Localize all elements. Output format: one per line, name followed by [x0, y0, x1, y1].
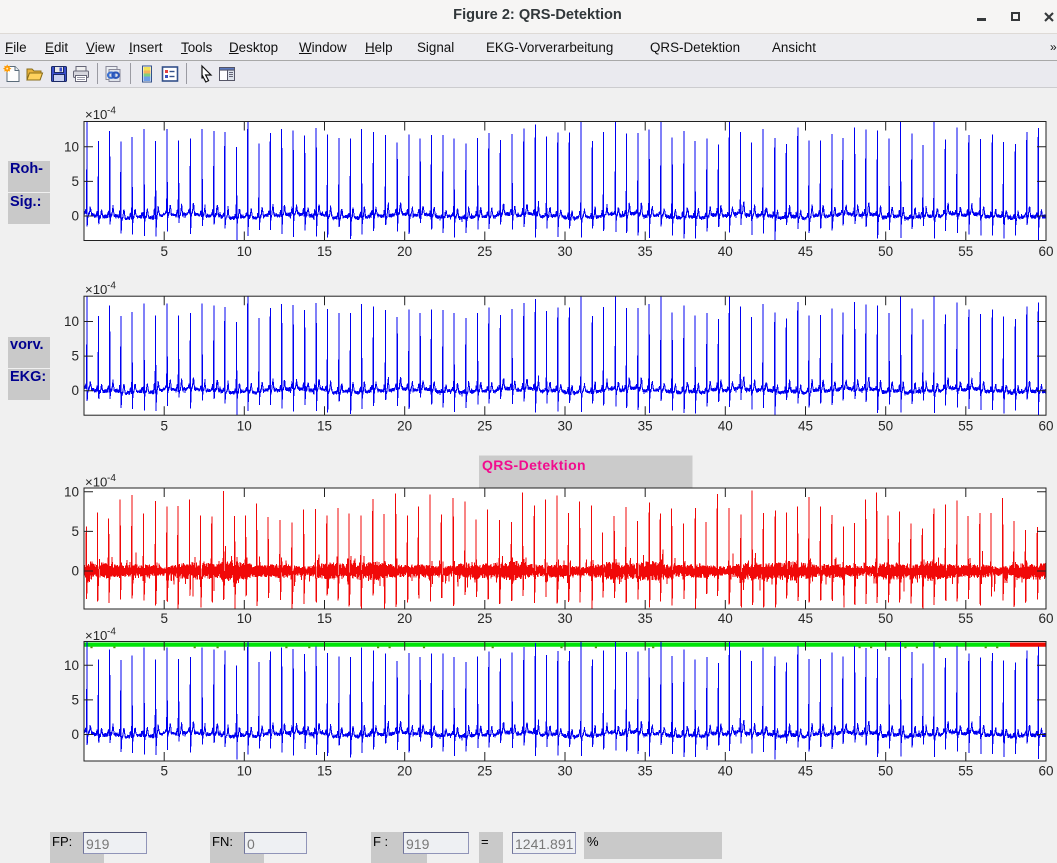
- svg-text:35: 35: [638, 764, 653, 779]
- svg-text:60: 60: [1038, 611, 1053, 626]
- svg-text:60: 60: [1038, 764, 1053, 779]
- svg-text:50: 50: [878, 244, 893, 259]
- svg-text:55: 55: [958, 611, 973, 626]
- svg-text:-4: -4: [107, 627, 116, 638]
- svg-text:10: 10: [64, 484, 79, 499]
- svg-text:50: 50: [878, 419, 893, 434]
- svg-text:15: 15: [317, 764, 332, 779]
- svg-text:20: 20: [397, 419, 412, 434]
- svg-text:5: 5: [71, 692, 79, 707]
- svg-text:×10: ×10: [85, 475, 107, 490]
- svg-text:40: 40: [718, 244, 733, 259]
- svg-text:5: 5: [71, 524, 79, 539]
- svg-text:10: 10: [237, 611, 252, 626]
- svg-text:0: 0: [71, 383, 79, 398]
- svg-text:-4: -4: [107, 281, 116, 292]
- svg-text:55: 55: [958, 764, 973, 779]
- svg-text:5: 5: [160, 611, 168, 626]
- svg-text:25: 25: [477, 611, 492, 626]
- svg-text:-4: -4: [107, 473, 116, 484]
- svg-text:60: 60: [1038, 419, 1053, 434]
- svg-text:QRS-Detektion: QRS-Detektion: [482, 457, 586, 473]
- svg-text:40: 40: [718, 764, 733, 779]
- svg-text:10: 10: [64, 658, 79, 673]
- svg-text:10: 10: [237, 419, 252, 434]
- svg-text:×10: ×10: [85, 282, 107, 297]
- svg-text:10: 10: [237, 764, 252, 779]
- svg-text:-4: -4: [107, 106, 116, 117]
- svg-text:5: 5: [160, 764, 168, 779]
- svg-text:5: 5: [160, 244, 168, 259]
- svg-text:45: 45: [798, 611, 813, 626]
- svg-text:15: 15: [317, 611, 332, 626]
- svg-text:45: 45: [798, 764, 813, 779]
- svg-text:5: 5: [71, 349, 79, 364]
- svg-text:40: 40: [718, 419, 733, 434]
- svg-text:0: 0: [71, 564, 79, 579]
- svg-text:5: 5: [160, 419, 168, 434]
- svg-text:0: 0: [71, 727, 79, 742]
- svg-text:10: 10: [64, 314, 79, 329]
- svg-text:35: 35: [638, 419, 653, 434]
- svg-text:0: 0: [71, 209, 79, 224]
- svg-text:25: 25: [477, 419, 492, 434]
- svg-text:45: 45: [798, 419, 813, 434]
- svg-text:20: 20: [397, 764, 412, 779]
- svg-text:35: 35: [638, 611, 653, 626]
- svg-text:30: 30: [557, 419, 572, 434]
- svg-text:30: 30: [557, 764, 572, 779]
- svg-text:55: 55: [958, 419, 973, 434]
- svg-text:5: 5: [71, 174, 79, 189]
- svg-text:20: 20: [397, 244, 412, 259]
- svg-text:×10: ×10: [85, 107, 107, 122]
- svg-text:30: 30: [557, 611, 572, 626]
- svg-text:50: 50: [878, 611, 893, 626]
- svg-text:55: 55: [958, 244, 973, 259]
- svg-text:10: 10: [64, 139, 79, 154]
- svg-text:10: 10: [237, 244, 252, 259]
- svg-text:30: 30: [557, 244, 572, 259]
- svg-text:×10: ×10: [85, 628, 107, 643]
- svg-text:35: 35: [638, 244, 653, 259]
- svg-text:25: 25: [477, 764, 492, 779]
- svg-text:40: 40: [718, 611, 733, 626]
- svg-text:15: 15: [317, 244, 332, 259]
- svg-text:20: 20: [397, 611, 412, 626]
- svg-text:50: 50: [878, 764, 893, 779]
- svg-text:45: 45: [798, 244, 813, 259]
- svg-text:25: 25: [477, 244, 492, 259]
- svg-text:15: 15: [317, 419, 332, 434]
- svg-text:60: 60: [1038, 244, 1053, 259]
